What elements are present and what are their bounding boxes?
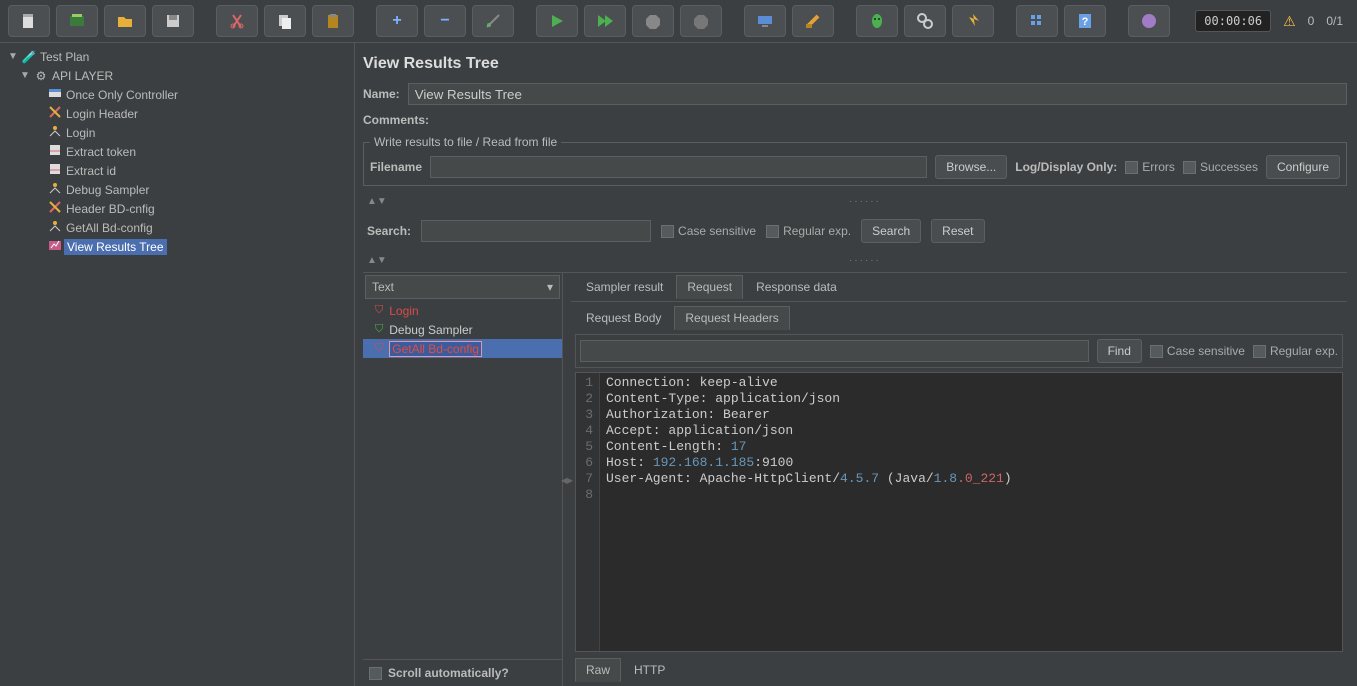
templates-button[interactable] [56,5,98,37]
tree-extract-id[interactable]: Extract id [0,161,354,180]
errors-checkbox[interactable]: Errors [1125,160,1175,174]
about-button[interactable] [1128,5,1170,37]
tree-debug-sampler[interactable]: Debug Sampler [0,180,354,199]
controller-icon [46,86,64,103]
renderer-dropdown[interactable]: Text ▾ [365,275,560,299]
paste-button[interactable] [312,5,354,37]
name-field[interactable] [408,83,1347,105]
successes-checkbox[interactable]: Successes [1183,160,1258,174]
save-button[interactable] [152,5,194,37]
name-label: Name: [363,87,400,101]
browse-button[interactable]: Browse... [935,155,1007,179]
scroll-auto-checkbox[interactable] [369,667,382,680]
search-case-checkbox[interactable]: Case sensitive [661,224,756,238]
chevron-down-icon: ▾ [547,280,553,294]
header-icon [46,200,64,217]
result-item-debug[interactable]: ⛉ Debug Sampler [363,320,562,339]
tree-view-results[interactable]: View Results Tree [0,237,354,256]
filename-field[interactable] [430,156,927,178]
filename-label: Filename [370,160,422,174]
tab-response-data[interactable]: Response data [745,275,848,299]
listener-icon [46,238,64,255]
configure-button[interactable]: Configure [1266,155,1340,179]
search-field[interactable] [421,220,651,242]
sampler-icon [46,124,64,141]
tree-thread-group[interactable]: ▼ ⚙ API LAYER [0,66,354,85]
tree-login-header[interactable]: Login Header [0,104,354,123]
sampler-icon [46,219,64,236]
headers-code-area[interactable]: 1 2 3 4 5 6 7 8 Connection: keep-alive C… [575,372,1343,652]
new-button[interactable] [8,5,50,37]
header-icon [46,105,64,122]
main-toolbar: + − ? 00:00:06 ⚠ 0 0/1 [0,0,1357,43]
search-regex-checkbox[interactable]: Regular exp. [766,224,851,238]
copy-button[interactable] [264,5,306,37]
find-button[interactable]: Find [1097,339,1142,363]
svg-text:?: ? [1082,16,1089,28]
flask-icon: 🧪 [20,50,38,64]
tree-once-only[interactable]: Once Only Controller [0,85,354,104]
find-regex-checkbox[interactable]: Regular exp. [1253,344,1338,358]
tab-http[interactable]: HTTP [623,658,676,682]
headers-code: Connection: keep-alive Content-Type: app… [600,373,1342,651]
line-gutter: 1 2 3 4 5 6 7 8 [576,373,600,651]
tab-request-headers[interactable]: Request Headers [674,306,789,330]
toggle-button[interactable] [472,5,514,37]
elapsed-timer: 00:00:06 [1195,10,1271,32]
file-fieldset: Write results to file / Read from file F… [363,135,1347,186]
sampler-icon [46,181,64,198]
find-field[interactable] [580,340,1089,362]
thread-count: 0/1 [1326,14,1343,28]
panel-title: View Results Tree [363,55,1347,73]
tab-request[interactable]: Request [676,275,743,299]
log-display-label: Log/Display Only: [1015,160,1117,174]
shield-fail-icon: ⛉ [375,304,383,317]
tree-test-plan[interactable]: ▼ 🧪 Test Plan [0,47,354,66]
search-label: Search: [367,224,411,238]
tree-getall-bd[interactable]: GetAll Bd-config [0,218,354,237]
result-item-getall[interactable]: ⛉ GetAll Bd-config [363,339,562,358]
vertical-splitter[interactable]: ◂▸ [563,273,571,686]
help-button[interactable]: ? [1064,5,1106,37]
start-button[interactable] [536,5,578,37]
clear-all-button[interactable] [856,5,898,37]
start-no-pause-button[interactable] [584,5,626,37]
warning-icon[interactable]: ⚠ [1283,13,1296,30]
expand-button[interactable]: + [376,5,418,37]
options-button[interactable] [1016,5,1058,37]
comments-label: Comments: [363,113,429,127]
warning-count: 0 [1308,14,1315,28]
function-helper-button[interactable] [952,5,994,37]
collapse-button[interactable]: − [424,5,466,37]
extractor-icon [46,143,64,160]
collapse-handle-1[interactable]: ▲▼······ [363,194,1347,209]
tab-sampler-result[interactable]: Sampler result [575,275,674,299]
shutdown-button[interactable] [680,5,722,37]
tab-request-body[interactable]: Request Body [575,306,672,330]
extractor-icon [46,162,64,179]
tree-header-bd[interactable]: Header BD-cnfig [0,199,354,218]
find-case-checkbox[interactable]: Case sensitive [1150,344,1245,358]
test-plan-tree[interactable]: ▼ 🧪 Test Plan ▼ ⚙ API LAYER Once Only Co… [0,43,355,686]
clear-button[interactable] [792,5,834,37]
stop-button[interactable] [632,5,674,37]
collapse-handle-2[interactable]: ▲▼······ [363,253,1347,268]
shield-fail-icon: ⛉ [375,342,383,355]
open-button[interactable] [104,5,146,37]
file-legend: Write results to file / Read from file [370,135,561,149]
search-button[interactable]: Search [861,219,921,243]
reset-button[interactable]: Reset [931,219,984,243]
tree-login[interactable]: Login [0,123,354,142]
results-list-pane: Text ▾ ⛉ Login ⛉ Debug Sampler ⛉ GetAll … [363,273,563,686]
tab-raw[interactable]: Raw [575,658,621,682]
scroll-auto-label: Scroll automatically? [388,666,509,680]
search-test-button[interactable] [904,5,946,37]
remote-start-button[interactable] [744,5,786,37]
cut-button[interactable] [216,5,258,37]
tree-extract-token[interactable]: Extract token [0,142,354,161]
gear-icon: ⚙ [32,69,50,83]
details-pane: View Results Tree Name: Comments: Write … [355,43,1357,686]
shield-pass-icon: ⛉ [375,323,383,336]
result-item-login[interactable]: ⛉ Login [363,301,562,320]
